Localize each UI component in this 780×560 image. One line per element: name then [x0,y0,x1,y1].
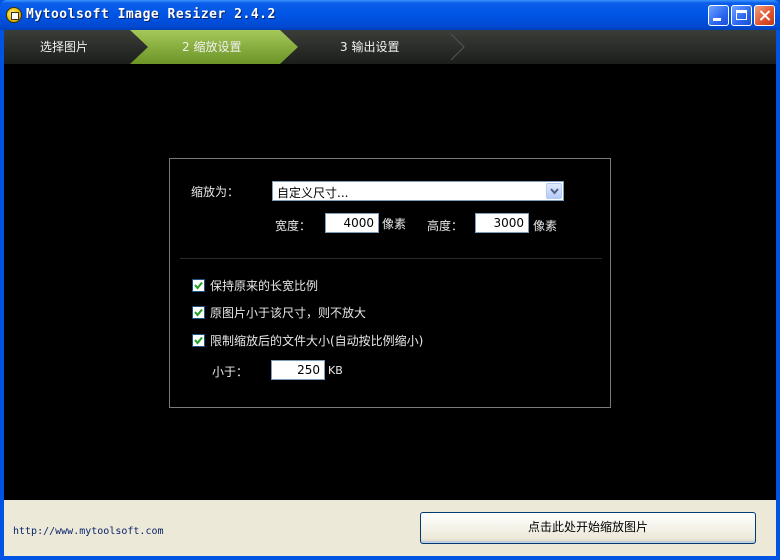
width-label: 宽度： [275,219,312,233]
step-select-images[interactable]: 选择图片 [40,30,88,64]
step-bar: 选择图片 2 缩放设置 3 输出设置 [4,30,776,64]
width-input[interactable]: 4000 [325,213,379,233]
step-resize-settings[interactable]: 2 缩放设置 [182,30,241,64]
checkmark-icon [194,308,203,317]
close-button[interactable] [754,5,775,26]
keep-aspect-label[interactable]: 保持原来的长宽比例 [210,277,318,294]
maximize-button[interactable] [731,5,752,26]
width-unit: 像素 [382,217,407,231]
minimize-button[interactable] [708,5,729,26]
app-window: Mytoolsoft Image Resizer 2.4.2 选择图片 2 缩放… [0,0,780,560]
resize-to-label: 缩放为： [191,185,240,199]
resize-mode-value: 自定义尺寸... [277,186,349,200]
height-input[interactable]: 3000 [475,213,529,233]
keep-aspect-checkbox[interactable] [192,279,205,292]
no-enlarge-label[interactable]: 原图片小于该尺寸，则不放大 [210,304,366,321]
website-link[interactable]: http://www.mytoolsoft.com [13,526,164,537]
no-enlarge-checkbox[interactable] [192,306,205,319]
start-resize-button[interactable]: 点击此处开始缩放图片 [420,512,756,544]
height-label: 高度： [427,219,464,233]
window-title: Mytoolsoft Image Resizer 2.4.2 [26,7,276,22]
filesize-input[interactable]: 250 [271,360,325,380]
checkmark-icon [194,281,203,290]
title-bar[interactable]: Mytoolsoft Image Resizer 2.4.2 [0,0,780,30]
footer-bar: http://www.mytoolsoft.com 点击此处开始缩放图片 [4,500,776,556]
client-area: 选择图片 2 缩放设置 3 输出设置 缩放为： 自定义尺寸... 宽度： 400… [4,30,776,556]
settings-panel: 缩放为： 自定义尺寸... 宽度： 4000 像素 高度： 3000 像素 保持… [169,158,611,408]
step-output-settings[interactable]: 3 输出设置 [340,30,399,64]
step-chevron-icon [449,34,467,60]
height-unit: 像素 [533,219,558,233]
filesize-unit: KB [328,364,343,377]
chevron-down-icon[interactable] [546,183,562,199]
filesize-less-than-label: 小于： [212,365,249,379]
panel-divider [180,258,602,259]
resize-mode-select[interactable]: 自定义尺寸... [272,181,564,201]
app-icon[interactable] [6,7,22,23]
checkmark-icon [194,336,203,345]
limit-filesize-label[interactable]: 限制缩放后的文件大小(自动按比例缩小) [210,332,423,349]
limit-filesize-checkbox[interactable] [192,334,205,347]
